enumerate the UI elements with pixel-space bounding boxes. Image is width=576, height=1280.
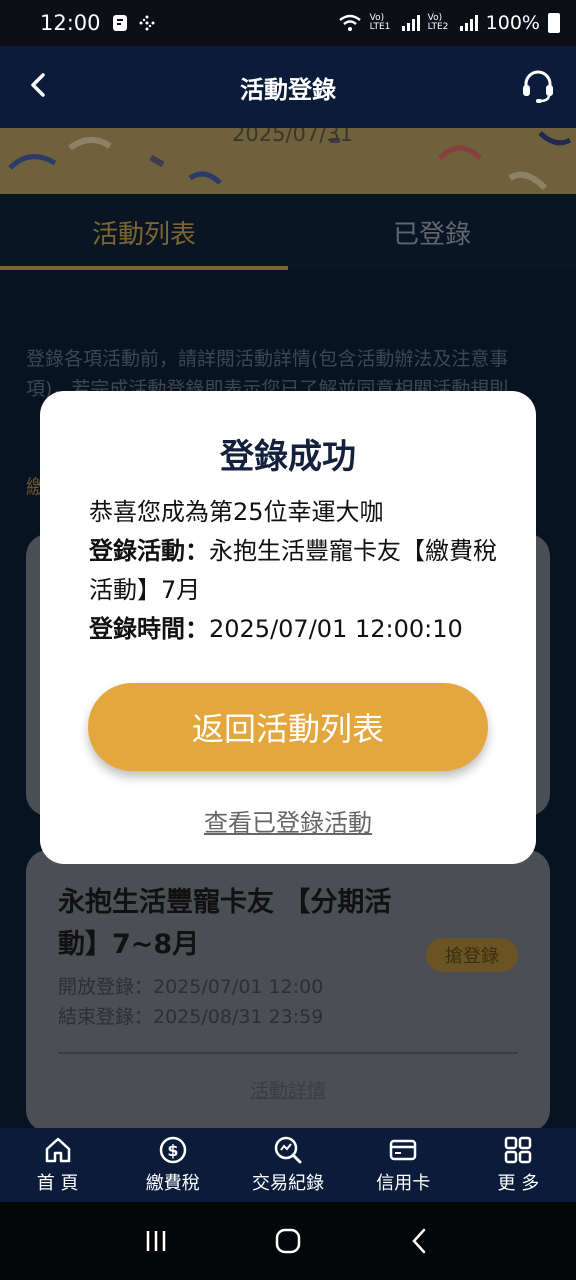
banner-date: 2025/07/31 bbox=[232, 128, 354, 146]
nav-label: 交易紀錄 bbox=[252, 1173, 324, 1194]
congrats-text: 恭喜您成為第25位幸運大咖 bbox=[89, 498, 384, 526]
activity-card-title: 永抱生活豐寵卡友 【分期活動】7~8月 bbox=[58, 887, 392, 960]
credit-card-icon bbox=[389, 1139, 417, 1161]
status-bar: 12:00 Vo) LTE1 Vo) LTE2 100% bbox=[0, 0, 576, 46]
dots-grid-icon bbox=[139, 15, 155, 31]
grab-register-button[interactable]: 搶登錄 bbox=[426, 938, 518, 972]
nav-home[interactable]: 首 頁 bbox=[0, 1128, 115, 1202]
activity-label: 登錄活動： bbox=[89, 537, 209, 565]
nav-label: 更 多 bbox=[497, 1173, 540, 1194]
dollar-icon: $ bbox=[159, 1136, 187, 1164]
activity-close-time: 結束登錄：2025/08/31 23:59 bbox=[58, 1006, 324, 1028]
tab-activity-list[interactable]: 活動列表 bbox=[0, 194, 288, 270]
tab-registered[interactable]: 已登錄 bbox=[288, 194, 576, 270]
svg-text:$: $ bbox=[167, 1141, 178, 1160]
bottom-nav: 首 頁 $ 繳費稅 交易紀錄 信用卡 更 多 bbox=[0, 1128, 576, 1202]
time-label: 登錄時間： bbox=[89, 615, 209, 643]
home-icon bbox=[45, 1137, 70, 1163]
time-value: 2025/07/01 12:00:10 bbox=[209, 615, 463, 643]
time-row: 登錄時間：2025/07/01 12:00:10 bbox=[89, 610, 509, 649]
nav-label: 首 頁 bbox=[36, 1173, 79, 1194]
card-divider bbox=[58, 1052, 518, 1054]
page-title: 活動登錄 bbox=[240, 75, 336, 104]
customer-service-icon[interactable] bbox=[518, 66, 558, 106]
notification-icon bbox=[112, 15, 127, 31]
promo-banner: 2025/07/31 bbox=[0, 128, 576, 194]
grid-icon bbox=[505, 1136, 532, 1164]
network-label-1: Vo) LTE1 bbox=[369, 13, 391, 32]
nav-label: 繳費稅 bbox=[145, 1173, 200, 1194]
return-to-list-button[interactable]: 返回活動列表 bbox=[88, 683, 488, 771]
activity-detail-link[interactable]: 活動詳情 bbox=[26, 1076, 550, 1103]
view-registered-link[interactable]: 查看已登錄活動 bbox=[40, 803, 536, 838]
nav-more[interactable]: 更 多 bbox=[461, 1128, 576, 1202]
system-nav-bar bbox=[0, 1202, 576, 1280]
network-label-2: Vo) LTE2 bbox=[427, 13, 449, 32]
recent-apps-icon[interactable] bbox=[141, 1226, 171, 1256]
success-dialog: 登錄成功 恭喜您成為第25位幸運大咖 登錄活動：永抱生活豐寵卡友【繳費稅活動】7… bbox=[40, 391, 536, 864]
signal-icon bbox=[459, 15, 478, 31]
chart-search-icon bbox=[274, 1136, 302, 1164]
battery-percent: 100% bbox=[485, 12, 540, 34]
tab-bar: 活動列表 已登錄 bbox=[0, 194, 576, 270]
back-arrow-icon[interactable] bbox=[24, 70, 54, 100]
battery-icon bbox=[548, 13, 560, 33]
dialog-message: 恭喜您成為第25位幸運大咖 登錄活動：永抱生活豐寵卡友【繳費稅活動】7月 登錄時… bbox=[89, 493, 509, 649]
nav-label: 信用卡 bbox=[376, 1173, 431, 1194]
nav-transactions[interactable]: 交易紀錄 bbox=[230, 1128, 345, 1202]
status-time: 12:00 bbox=[40, 11, 101, 35]
back-icon[interactable] bbox=[405, 1226, 435, 1256]
home-button-icon[interactable] bbox=[273, 1226, 303, 1256]
dialog-title: 登錄成功 bbox=[220, 437, 356, 477]
nav-payment[interactable]: $ 繳費稅 bbox=[115, 1128, 230, 1202]
activity-open-time: 開放登錄：2025/07/01 12:00 bbox=[58, 976, 324, 998]
nav-credit-card[interactable]: 信用卡 bbox=[346, 1128, 461, 1202]
wifi-icon bbox=[338, 14, 361, 31]
activity-card: 永抱生活豐寵卡友 【分期活動】7~8月 搶登錄 開放登錄：2025/07/01 … bbox=[26, 850, 550, 1132]
activity-row: 登錄活動：永抱生活豐寵卡友【繳費稅活動】7月 bbox=[89, 532, 509, 610]
signal-icon bbox=[401, 15, 420, 31]
app-header: 活動登錄 bbox=[0, 46, 576, 128]
